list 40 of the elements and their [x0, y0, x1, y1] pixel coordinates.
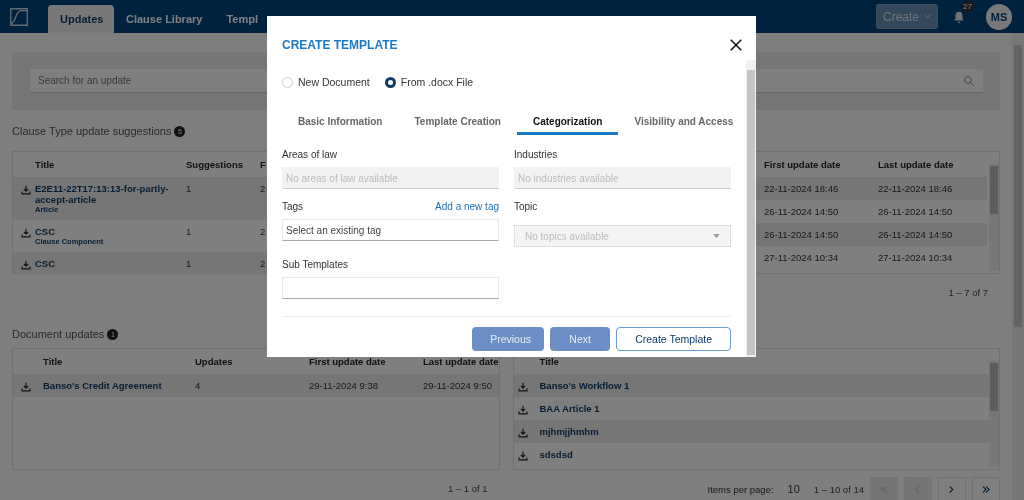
pagination-range: 1 – 7 of 7 — [948, 286, 988, 298]
table-cell-text: 29-11-2024 9:50 — [423, 380, 494, 391]
field-label: Industries — [514, 149, 558, 162]
table-cell: 2 — [260, 258, 266, 269]
table-cell-text: 22-11-2024 18:46 — [764, 183, 840, 194]
table-cell-text: 26-11-2024 14:50 — [878, 206, 954, 217]
field-label: Topic — [514, 201, 538, 214]
pagination-range: 1 – 10 of 14 — [813, 483, 864, 495]
table-cell: 1 — [186, 258, 192, 269]
column-header: First update date — [764, 159, 842, 170]
column-header: F — [260, 159, 266, 170]
notification-count: 27 — [961, 0, 974, 12]
field-label: Areas of law — [282, 149, 338, 162]
table-cell-text: 4 — [195, 380, 202, 391]
column-header: Title — [539, 356, 560, 367]
column-header: Title — [43, 356, 64, 367]
column-header: Updates — [195, 356, 234, 367]
table-cell: 2 — [260, 183, 266, 194]
column-header: First update date — [309, 356, 387, 367]
table-cell: 1 — [186, 226, 192, 237]
column-header: Title — [35, 159, 55, 170]
table-cell-text: 27-11-2024 10:34 — [764, 252, 840, 263]
pagination-range: 1 – 1 of 1 — [447, 482, 488, 494]
column-header: Suggestions — [186, 159, 243, 170]
column-header: Last update date — [423, 356, 499, 367]
table-cell-text: 27-11-2024 10:34 — [878, 252, 954, 263]
table-cell-text: 26-11-2024 14:50 — [878, 229, 954, 240]
column-header: Last update date — [878, 159, 955, 170]
section-title: Clause Type update suggestions — [12, 125, 172, 137]
table-cell-text: 26-11-2024 14:50 — [764, 206, 840, 217]
table-cell: 2 — [260, 226, 266, 237]
items-per-page-label: Items per page: — [707, 483, 774, 495]
field-label: Sub Templates — [282, 259, 348, 272]
table-cell-text: 26-11-2024 14:50 — [764, 229, 840, 240]
section-title: Document updates — [12, 328, 105, 340]
field-label: Tags — [282, 201, 304, 214]
table-cell: 1 — [186, 183, 192, 194]
table-cell-text: 22-11-2024 18:46 — [878, 183, 954, 194]
dialog-title: CREATE TEMPLATE — [282, 38, 398, 52]
table-cell-text: 29-11-2024 9:38 — [309, 380, 380, 391]
